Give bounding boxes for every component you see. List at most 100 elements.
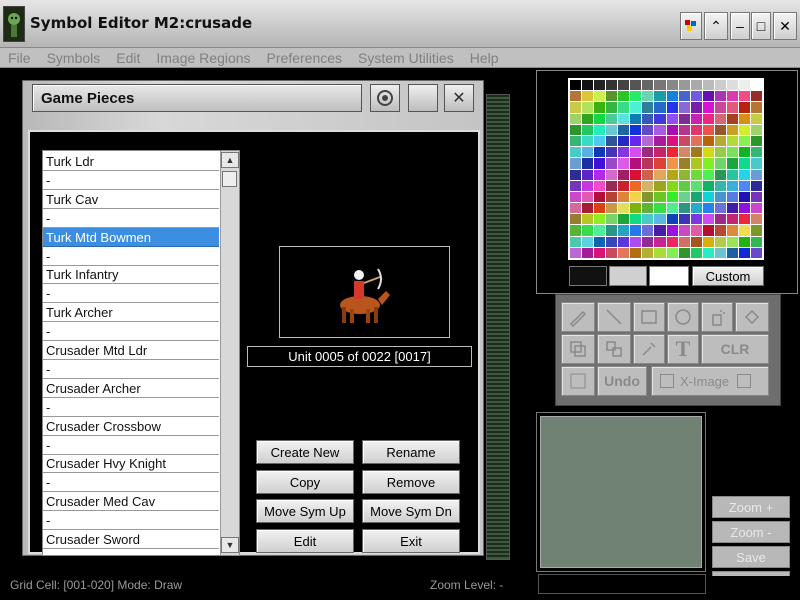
palette-swatch[interactable] [630, 80, 642, 91]
rename-button[interactable]: Rename [362, 440, 460, 464]
palette-swatch[interactable] [594, 247, 606, 258]
palette-swatch[interactable] [702, 203, 714, 214]
palette-swatch[interactable] [630, 91, 642, 102]
palette-swatch[interactable] [714, 214, 726, 225]
palette-swatch[interactable] [726, 91, 738, 102]
palette-swatch[interactable] [750, 214, 762, 225]
roll-up-button[interactable]: ⌃ [704, 12, 728, 40]
palette-swatch[interactable] [570, 158, 582, 169]
palette-swatch[interactable] [666, 147, 678, 158]
palette-swatch[interactable] [630, 180, 642, 191]
palette-swatch[interactable] [738, 180, 750, 191]
palette-swatch[interactable] [726, 180, 738, 191]
palette-swatch[interactable] [726, 247, 738, 258]
line-tool[interactable] [597, 302, 631, 332]
palette-swatch[interactable] [690, 135, 702, 147]
palette-swatch[interactable] [630, 236, 642, 247]
custom-color-button[interactable]: Custom [692, 266, 764, 286]
palette-swatch[interactable] [642, 180, 654, 191]
palette-swatch[interactable] [678, 169, 690, 180]
palette-swatch[interactable] [666, 80, 678, 91]
palette-swatch[interactable] [642, 214, 654, 225]
palette-swatch[interactable] [702, 102, 714, 113]
palette-swatch[interactable] [726, 225, 738, 236]
palette-swatch[interactable] [594, 225, 606, 236]
palette-swatch[interactable] [726, 147, 738, 158]
palette-swatch[interactable] [582, 147, 594, 158]
palette-swatch[interactable] [666, 102, 678, 113]
palette-swatch[interactable] [738, 214, 750, 225]
create-new-button[interactable]: Create New [256, 440, 354, 464]
palette-swatch[interactable] [606, 169, 618, 180]
palette-swatch[interactable] [738, 225, 750, 236]
palette-swatch[interactable] [642, 247, 654, 258]
palette-swatch[interactable] [630, 169, 642, 180]
palette-swatch[interactable] [702, 124, 714, 135]
palette-swatch[interactable] [606, 158, 618, 169]
close-button[interactable]: ✕ [773, 12, 797, 40]
palette-swatch[interactable] [714, 180, 726, 191]
list-item[interactable]: Crusader Archer [43, 379, 219, 398]
palette-swatch[interactable] [642, 236, 654, 247]
palette-swatch[interactable] [570, 180, 582, 191]
palette-swatch[interactable] [678, 124, 690, 135]
palette-swatch[interactable] [618, 91, 630, 102]
palette-swatch[interactable] [738, 191, 750, 203]
palette-swatch[interactable] [594, 169, 606, 180]
palette-swatch[interactable] [582, 113, 594, 124]
palette-swatch[interactable] [666, 225, 678, 236]
fill-tool[interactable] [735, 302, 769, 332]
palette-swatch[interactable] [606, 247, 618, 258]
palette-swatch[interactable] [726, 113, 738, 124]
list-item[interactable]: - [43, 511, 219, 531]
palette-swatch[interactable] [618, 203, 630, 214]
palette-swatch[interactable] [582, 91, 594, 102]
palette-swatch[interactable] [594, 102, 606, 113]
palette-swatch[interactable] [642, 124, 654, 135]
palette-swatch[interactable] [714, 135, 726, 147]
palette-swatch[interactable] [654, 225, 666, 236]
palette-swatch[interactable] [714, 124, 726, 135]
palette-swatch[interactable] [654, 203, 666, 214]
palette-swatch[interactable] [618, 180, 630, 191]
palette-swatch[interactable] [702, 147, 714, 158]
palette-swatch[interactable] [606, 91, 618, 102]
palette-swatch[interactable] [714, 147, 726, 158]
palette-swatch[interactable] [750, 135, 762, 147]
palette-swatch[interactable] [678, 236, 690, 247]
palette-swatch[interactable] [654, 158, 666, 169]
palette-swatch[interactable] [654, 191, 666, 203]
palette-swatch[interactable] [582, 102, 594, 113]
menu-preferences[interactable]: Preferences [259, 50, 350, 66]
palette-swatch[interactable] [714, 80, 726, 91]
palette-swatch[interactable] [690, 203, 702, 214]
palette-swatch[interactable] [606, 102, 618, 113]
palette-swatch[interactable] [726, 236, 738, 247]
palette-swatch[interactable] [750, 236, 762, 247]
palette-swatch[interactable] [630, 113, 642, 124]
palette-swatch[interactable] [666, 124, 678, 135]
palette-swatch[interactable] [618, 113, 630, 124]
palette-swatch[interactable] [678, 191, 690, 203]
palette-swatch[interactable] [714, 203, 726, 214]
palette-swatch[interactable] [654, 180, 666, 191]
list-item[interactable]: Turk Infantry [43, 265, 219, 285]
menu-image-regions[interactable]: Image Regions [148, 50, 258, 66]
palette-swatch[interactable] [582, 214, 594, 225]
palette-swatch[interactable] [750, 80, 762, 91]
palette-swatch[interactable] [750, 191, 762, 203]
palette-swatch[interactable] [750, 225, 762, 236]
list-item[interactable]: Crusader Crossbow [43, 417, 219, 436]
palette-swatch[interactable] [726, 124, 738, 135]
primary-color-slot[interactable] [569, 266, 607, 286]
palette-swatch[interactable] [618, 124, 630, 135]
palette-swatch[interactable] [750, 169, 762, 180]
palette-swatch[interactable] [642, 80, 654, 91]
palette-swatch[interactable] [630, 135, 642, 147]
palette-swatch[interactable] [738, 247, 750, 258]
palette-swatch[interactable] [738, 124, 750, 135]
palette-swatch[interactable] [594, 203, 606, 214]
palette-swatch[interactable] [666, 158, 678, 169]
scroll-up-arrow[interactable]: ▲ [221, 152, 239, 168]
palette-swatch[interactable] [666, 180, 678, 191]
